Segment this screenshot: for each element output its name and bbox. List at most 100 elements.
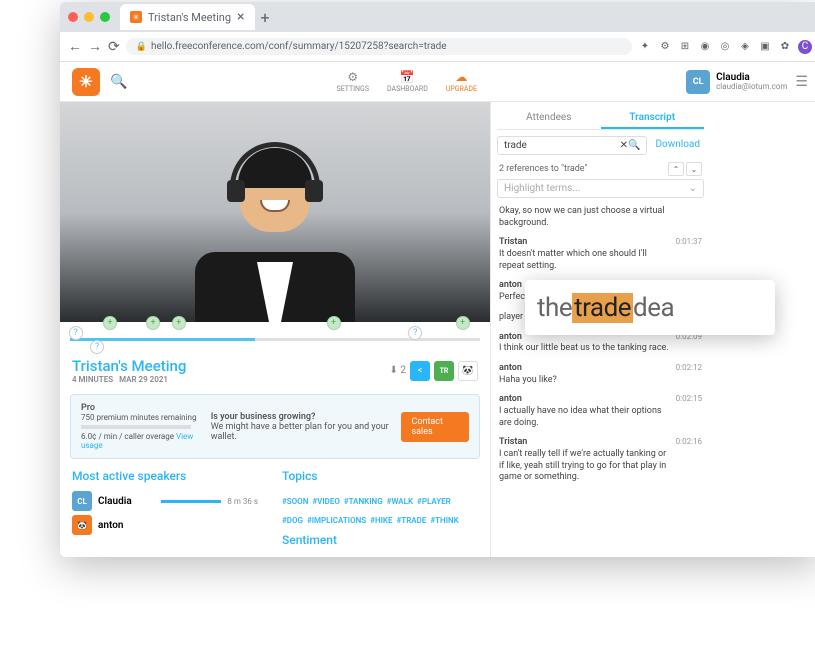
transcript-list[interactable]: Okay, so now we can just choose a virtua… <box>497 202 704 551</box>
nav-dashboard[interactable]: 📅 DASHBOARD <box>387 70 428 93</box>
speaker-row[interactable]: 🐼 anton <box>72 513 258 537</box>
message-text: It doesn't matter which one should I'll … <box>499 249 670 272</box>
transcript-search-input[interactable]: trade ✕ 🔍 <box>497 136 647 155</box>
meeting-meta: 4 MINUTES MAR 29 2021 <box>72 375 186 384</box>
tab-transcript[interactable]: Transcript <box>601 108 705 129</box>
nav-settings[interactable]: ⚙ SETTINGS <box>337 70 369 93</box>
speaker-row[interactable]: CL Claudia 8 m 36 s <box>72 489 258 513</box>
profile-icon[interactable]: C <box>798 40 812 54</box>
video-thumbnail[interactable] <box>60 102 490 322</box>
topic-tag[interactable]: #DOG <box>282 516 303 525</box>
nav-upgrade[interactable]: ☁ UPGRADE <box>446 70 477 93</box>
transcript-message[interactable]: antonHaha you like?0:02:12 <box>497 359 704 390</box>
highlight-terms-dropdown[interactable]: Highlight terms... ⌄ <box>497 179 704 198</box>
topics-section: Topics #SOON #VIDEO #TANKING #WALK #PLAYER #D… <box>270 463 490 557</box>
ext-icon[interactable]: ▣ <box>758 40 772 54</box>
tab-title: Tristan's Meeting <box>148 11 231 24</box>
minimize-window-icon[interactable] <box>84 12 94 22</box>
message-speaker: anton <box>499 394 670 406</box>
topic-tag[interactable]: #HIKE <box>370 516 392 525</box>
forward-button[interactable]: → <box>88 38 102 55</box>
transcript-message[interactable]: TristanI can't really tell if we're actu… <box>497 433 704 488</box>
search-icon[interactable]: 🔍 <box>628 140 640 151</box>
prev-ref-button[interactable]: ⌃ <box>668 162 684 176</box>
meeting-title: Tristan's Meeting <box>72 357 186 375</box>
transcript-message[interactable]: antonI actually have no idea what their … <box>497 390 704 433</box>
user-avatar: CL <box>686 70 710 94</box>
topic-tag[interactable]: #SOON <box>282 497 308 506</box>
speaker-avatar: CL <box>72 491 92 511</box>
topics-heading: Topics <box>282 469 478 483</box>
message-time: 0:02:09 <box>676 332 702 355</box>
timeline-plus-marker[interactable]: + <box>103 316 117 330</box>
browser-tab[interactable]: ✳ Tristan's Meeting × <box>120 4 255 30</box>
tab-attendees[interactable]: Attendees <box>497 108 601 129</box>
tr-badge[interactable]: TR <box>434 361 454 381</box>
close-window-icon[interactable] <box>68 12 78 22</box>
download-transcript-link[interactable]: Download <box>651 136 704 155</box>
topic-tag[interactable]: #THINK <box>430 516 458 525</box>
message-time: 0:02:16 <box>676 437 702 484</box>
plan-remaining: 750 premium minutes remaining <box>81 413 199 422</box>
gear-icon: ⚙ <box>347 70 358 84</box>
topic-tag[interactable]: #TANKING <box>344 497 383 506</box>
topic-tag[interactable]: #VIDEO <box>312 497 340 506</box>
topics-list: #SOON #VIDEO #TANKING #WALK #PLAYER #DOG #IMPL… <box>282 489 478 527</box>
new-tab-button[interactable]: + <box>261 8 270 27</box>
timeline-plus-marker[interactable]: + <box>327 316 341 330</box>
message-text: Haha you like? <box>499 375 670 387</box>
next-ref-button[interactable]: ⌄ <box>686 162 702 176</box>
promo-message: Is your business growing? We might have … <box>211 412 390 442</box>
timeline-plus-marker[interactable]: + <box>146 316 160 330</box>
message-text: I think our little beat us to the tankin… <box>499 343 670 355</box>
clear-search-icon[interactable]: ✕ <box>620 140 628 151</box>
topic-tag[interactable]: #TRADE <box>397 516 427 525</box>
transcript-message[interactable]: Okay, so now we can just choose a virtua… <box>497 202 704 233</box>
user-name: Claudia <box>716 72 787 83</box>
ext-icon[interactable]: ✦ <box>638 40 652 54</box>
share-button[interactable]: < <box>410 361 430 381</box>
maximize-window-icon[interactable] <box>100 12 110 22</box>
close-tab-icon[interactable]: × <box>237 9 244 25</box>
ext-icon[interactable]: ⚙ <box>658 40 672 54</box>
ext-icon[interactable]: ◈ <box>738 40 752 54</box>
ext-icon[interactable]: ◉ <box>698 40 712 54</box>
speaker-bar <box>161 500 221 503</box>
timeline-question-marker[interactable]: ? <box>69 326 83 340</box>
topic-tag[interactable]: #WALK <box>387 497 413 506</box>
back-button[interactable]: ← <box>68 38 82 55</box>
lock-icon: 🔒 <box>136 42 147 52</box>
timeline-question-marker[interactable]: ? <box>90 340 104 354</box>
refs-text: 2 references to "trade" <box>499 164 587 174</box>
topic-tag[interactable]: #PLAYER <box>417 497 451 506</box>
hamburger-icon[interactable]: ☰ <box>795 74 808 90</box>
contact-sales-button[interactable]: Contact sales <box>401 412 469 442</box>
timeline[interactable]: ? ? + + + + ? + <box>60 322 490 357</box>
ext-icon[interactable]: ⊞ <box>678 40 692 54</box>
meeting-header: Tristan's Meeting 4 MINUTES MAR 29 2021 … <box>60 357 490 390</box>
message-time: 0:02:15 <box>676 394 702 429</box>
message-text: I can't really tell if we're actually ta… <box>499 449 670 484</box>
message-speaker: anton <box>499 363 670 375</box>
topic-tag[interactable]: #IMPLICATIONS <box>307 516 366 525</box>
favicon-icon: ✳ <box>130 11 142 23</box>
app-logo-icon[interactable]: ✳ <box>72 68 100 96</box>
main-panel: ? ? + + + + ? + Tristan's Meeting 4 MINU… <box>60 102 490 557</box>
plan-name: Pro <box>81 403 199 413</box>
search-icon[interactable]: 🔍 <box>110 74 127 90</box>
transcript-message[interactable]: TristanIt doesn't matter which one shoul… <box>497 233 704 276</box>
ext-icon[interactable]: ◎ <box>718 40 732 54</box>
message-time: 0:01:37 <box>676 237 702 272</box>
user-menu[interactable]: CL Claudia claudia@iotum.com <box>686 70 787 94</box>
app-header: ✳ 🔍 ⚙ SETTINGS 📅 DASHBOARD ☁ UPGRADE CL … <box>60 62 815 102</box>
reload-button[interactable]: ⟳ <box>108 39 120 55</box>
ext-icon[interactable]: ✿ <box>778 40 792 54</box>
message-text: I actually have no idea what their optio… <box>499 406 670 429</box>
url-input[interactable]: 🔒 hello.freeconference.com/conf/summary/… <box>126 38 632 55</box>
speaker-name: Claudia <box>98 496 155 507</box>
timeline-plus-marker[interactable]: + <box>456 316 470 330</box>
timeline-plus-marker[interactable]: + <box>172 316 186 330</box>
attendees-count[interactable]: ⬇ 2 <box>390 365 406 376</box>
highlighted-term: trade <box>572 293 633 323</box>
recording-icon[interactable]: 🐼 <box>458 361 478 381</box>
